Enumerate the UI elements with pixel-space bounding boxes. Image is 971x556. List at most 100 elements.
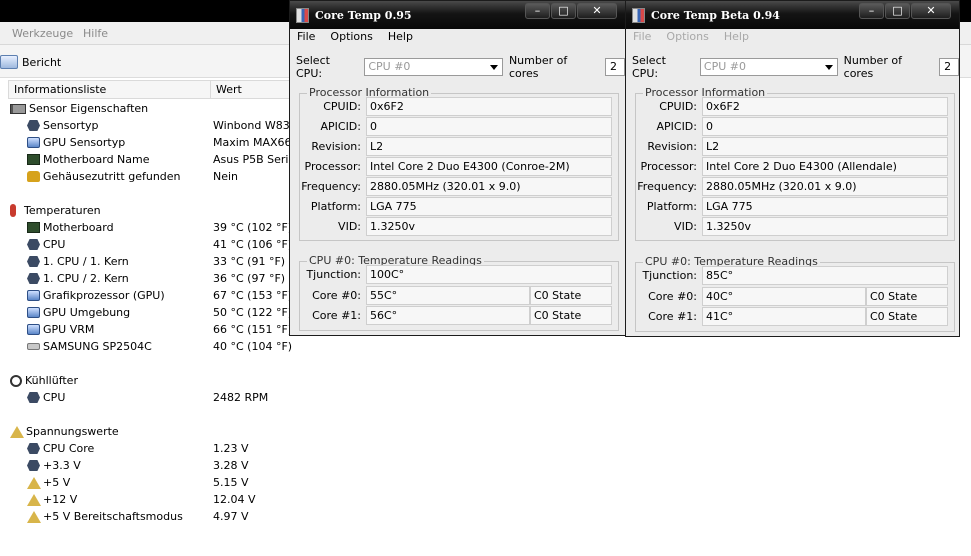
section-header[interactable]: Sensor Eigenschaften	[10, 100, 148, 117]
core1-state: C0 State	[530, 306, 612, 325]
vid-label: VID:	[674, 220, 697, 233]
title-bar[interactable]: Core Temp 0.95 – □ ✕	[290, 1, 625, 29]
sensor-label: CPU	[43, 238, 66, 251]
tjunction-label: Tjunction:	[306, 268, 361, 281]
sensor-row[interactable]: CPU Core	[27, 440, 94, 457]
warning-icon	[27, 510, 41, 523]
chip-icon	[27, 392, 40, 403]
sensor-row[interactable]: 1. CPU / 1. Kern	[27, 253, 129, 270]
sensor-label: GPU Sensortyp	[43, 136, 126, 149]
gpu-icon	[27, 290, 40, 301]
column-header-value[interactable]: Wert	[210, 80, 300, 99]
app-icon	[632, 7, 645, 23]
sensor-row[interactable]: SAMSUNG SP2504C	[27, 338, 152, 355]
menu-help[interactable]: Help	[724, 30, 749, 47]
sensor-row[interactable]: +3.3 V	[27, 457, 81, 474]
chevron-down-icon	[824, 65, 833, 70]
sensor-label: CPU	[43, 391, 66, 404]
sensor-row[interactable]: Grafikprozessor (GPU)	[27, 287, 165, 304]
cpu-select-row: Select CPU: CPU #0 Number of cores 2	[296, 54, 625, 80]
tjunction-value: 100C°	[366, 265, 612, 284]
warning-icon	[27, 493, 41, 506]
sensor-label: 1. CPU / 1. Kern	[43, 255, 129, 268]
sensor-row[interactable]: Gehäusezutritt gefunden	[27, 168, 181, 185]
menu-werkzeuge[interactable]: Werkzeuge	[12, 27, 73, 40]
sensor-row[interactable]: CPU	[27, 389, 65, 406]
motherboard-icon	[27, 222, 40, 233]
report-button[interactable]: Bericht	[0, 52, 61, 72]
sensor-row[interactable]: Sensortyp	[27, 117, 99, 134]
sensor-value: 40 °C (104 °F)	[213, 340, 293, 353]
section-header[interactable]: Temperaturen	[10, 202, 101, 219]
sensor-row[interactable]: +5 V	[27, 474, 70, 491]
section-header[interactable]: Kühllüfter	[10, 372, 78, 389]
section-header[interactable]: Spannungswerte	[10, 423, 119, 440]
section-title: Spannungswerte	[26, 425, 119, 438]
close-button[interactable]: ✕	[911, 3, 951, 19]
core0-label: Core #0:	[312, 289, 361, 302]
minimize-button[interactable]: –	[859, 3, 884, 19]
core1-label: Core #1:	[648, 310, 697, 323]
menu-file[interactable]: File	[297, 30, 315, 47]
gpu-icon	[27, 324, 40, 335]
gpu-icon	[27, 307, 40, 318]
menu-file[interactable]: File	[633, 30, 651, 47]
minimize-button[interactable]: –	[525, 3, 550, 19]
report-icon	[0, 55, 18, 69]
core0-state: C0 State	[866, 287, 948, 306]
sensor-label: CPU Core	[43, 442, 95, 455]
sensor-row[interactable]: GPU Sensortyp	[27, 134, 125, 151]
sensor-label: GPU VRM	[43, 323, 95, 336]
sensor-value: 33 °C (91 °F)	[213, 255, 286, 268]
cpu-select[interactable]: CPU #0	[364, 58, 503, 76]
sensor-row[interactable]: 1. CPU / 2. Kern	[27, 270, 129, 287]
close-button[interactable]: ✕	[577, 3, 617, 19]
maximize-button[interactable]: □	[551, 3, 576, 19]
cpu-select-value: CPU #0	[368, 60, 411, 73]
num-cores-value: 2	[939, 58, 960, 76]
menu-hilfe[interactable]: Hilfe	[83, 27, 108, 40]
sensor-value: 41 °C (106 °F)	[213, 238, 293, 251]
sensor-label: SAMSUNG SP2504C	[43, 340, 152, 353]
core-temp-window: Core Temp 0.95 – □ ✕ File Options Help S…	[289, 0, 626, 336]
platform-value: LGA 775	[366, 197, 612, 216]
sensor-label: Grafikprozessor (GPU)	[43, 289, 165, 302]
menu-options[interactable]: Options	[330, 30, 372, 47]
cpu-select[interactable]: CPU #0	[699, 58, 838, 76]
chevron-down-icon	[489, 65, 498, 70]
sensor-label: +5 V	[43, 476, 71, 489]
sensor-value: 2482 RPM	[213, 391, 269, 404]
menubar: File Options Help	[626, 29, 959, 47]
sensor-value: 12.04 V	[213, 493, 256, 506]
core1-temp: 56C°	[366, 306, 530, 325]
warning-icon	[27, 476, 41, 489]
sensor-row[interactable]: +12 V	[27, 491, 77, 508]
vid-value: 1.3250v	[702, 217, 948, 236]
sensor-row[interactable]: Motherboard Name	[27, 151, 150, 168]
thermometer-icon	[10, 204, 16, 217]
sensor-label: +12 V	[43, 493, 78, 506]
cpu-select-value: CPU #0	[703, 60, 746, 73]
tjunction-label: Tjunction:	[642, 269, 697, 282]
title-bar[interactable]: Core Temp Beta 0.94 – □ ✕	[626, 1, 959, 29]
menu-help[interactable]: Help	[388, 30, 413, 47]
core0-label: Core #0:	[648, 290, 697, 303]
column-header-info[interactable]: Informationsliste	[8, 80, 212, 99]
sensor-row[interactable]: +5 V Bereitschaftsmodus	[27, 508, 183, 525]
sensor-row[interactable]: GPU Umgebung	[27, 304, 130, 321]
sensor-row[interactable]: Motherboard	[27, 219, 114, 236]
vid-label: VID:	[338, 220, 361, 233]
core1-state: C0 State	[866, 307, 948, 326]
maximize-button[interactable]: □	[885, 3, 910, 19]
sensor-row[interactable]: CPU	[27, 236, 65, 253]
frequency-label: Frequency:	[301, 180, 361, 193]
chip-icon	[27, 239, 40, 250]
processor-label: Processor:	[640, 160, 698, 173]
cpuid-value: 0x6F2	[702, 97, 948, 116]
sensor-row[interactable]: GPU VRM	[27, 321, 94, 338]
frequency-label: Frequency:	[637, 180, 697, 193]
lock-icon	[27, 171, 40, 182]
sensor-value: 66 °C (151 °F)	[213, 323, 293, 336]
sensor-label: Motherboard Name	[43, 153, 150, 166]
menu-options[interactable]: Options	[666, 30, 708, 47]
